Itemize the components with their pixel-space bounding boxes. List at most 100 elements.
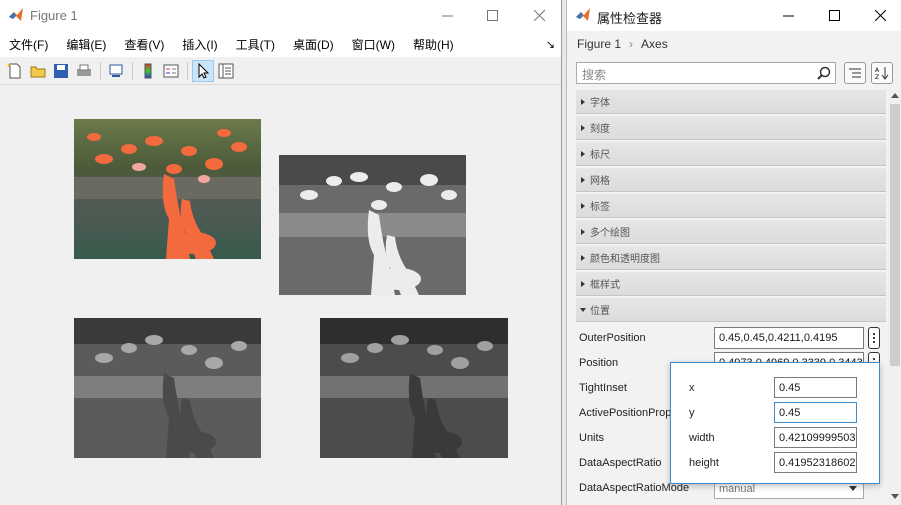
colorbar-icon [144, 63, 152, 78]
figure-menubar: 文件(F) 编辑(E) 查看(V) 插入(I) 工具(T) 桌面(D) 窗口(W… [0, 31, 561, 57]
print-button[interactable] [73, 60, 95, 82]
section-position[interactable]: 位置 [576, 298, 886, 322]
popup-y-input[interactable]: 0.45 [774, 402, 857, 423]
chevron-down-icon [849, 486, 857, 491]
section-font[interactable]: 字体 [576, 90, 886, 114]
expand-icon [581, 281, 585, 287]
section-ticks[interactable]: 刻度 [576, 116, 886, 140]
print-icon [77, 64, 91, 76]
figure-titlebar: Figure 1 [0, 0, 561, 31]
property-inspector-button[interactable] [215, 60, 237, 82]
maximize-icon [828, 10, 840, 21]
popup-x-input[interactable]: 0.45 [774, 377, 857, 398]
section-rulers[interactable]: 标尺 [576, 142, 886, 166]
svg-text:A: A [875, 67, 880, 74]
inspector-titlebar: 属性检查器 [567, 0, 901, 31]
legend-icon [163, 64, 179, 77]
popup-label-x: x [689, 382, 695, 394]
scrollbar-thumb[interactable] [890, 104, 900, 366]
sort-az-icon: AZ [875, 67, 889, 80]
section-grid[interactable]: 网格 [576, 168, 886, 192]
inspector-minimize-button[interactable] [765, 0, 811, 31]
colorbar-button[interactable] [137, 60, 159, 82]
collapse-icon [580, 308, 586, 312]
link-plot-icon [109, 64, 123, 77]
breadcrumb: Figure 1 › Axes [577, 37, 668, 51]
expand-icon [581, 177, 585, 183]
sort-az-button[interactable]: AZ [871, 62, 893, 84]
prop-label-dataaspectratio: DataAspectRatio [579, 457, 662, 469]
axes-color-image[interactable] [74, 119, 261, 259]
svg-text:Z: Z [875, 74, 879, 80]
breadcrumb-axes[interactable]: Axes [641, 37, 668, 51]
edit-plot-button[interactable] [192, 59, 214, 82]
popup-width-input[interactable]: 0.42109999503 [774, 427, 857, 448]
menu-desktop[interactable]: 桌面(D) [284, 36, 343, 53]
inspector-scrollbar[interactable] [888, 90, 901, 505]
prop-label-tightinset: TightInset [579, 382, 627, 394]
figure-window: Figure 1 文件(F) 编辑(E) 查看(V) 插入(I) 工具(T) 桌… [0, 0, 562, 505]
toolbar-separator [100, 61, 101, 80]
menu-edit[interactable]: 编辑(E) [57, 36, 115, 53]
expand-icon [581, 203, 585, 209]
scroll-up-icon[interactable] [891, 93, 899, 99]
minimize-button[interactable] [424, 0, 470, 31]
section-multiple-plots[interactable]: 多个绘图 [576, 220, 886, 244]
outerposition-field[interactable]: 0.45,0.45,0.4211,0.4195 [714, 327, 864, 349]
search-input[interactable]: 搜索 [576, 62, 836, 84]
new-figure-icon [7, 62, 21, 78]
inspector-close-button[interactable] [857, 0, 901, 31]
section-box-style[interactable]: 框样式 [576, 272, 886, 296]
inspector-maximize-button[interactable] [811, 0, 857, 31]
dock-arrow-icon[interactable]: ↘ [537, 38, 561, 51]
open-file-icon [30, 66, 46, 77]
popup-label-width: width [689, 432, 715, 444]
axes-dark-image-left[interactable] [74, 318, 261, 458]
axes-gray-image[interactable] [279, 155, 466, 295]
link-plot-button[interactable] [105, 60, 127, 82]
scroll-down-icon[interactable] [891, 494, 899, 500]
property-inspector-icon [218, 63, 234, 78]
popup-label-y: y [689, 407, 695, 419]
minimize-icon [441, 15, 453, 17]
maximize-button[interactable] [469, 0, 515, 31]
outerposition-expand-button[interactable] [868, 327, 880, 349]
popup-label-height: height [689, 457, 719, 469]
menu-file[interactable]: 文件(F) [0, 36, 57, 53]
menu-tools[interactable]: 工具(T) [227, 36, 284, 53]
close-button[interactable] [516, 0, 562, 31]
axes-dark-image-right[interactable] [320, 318, 508, 458]
expand-icon [581, 255, 585, 261]
minimize-icon [782, 15, 794, 17]
menu-window[interactable]: 窗口(W) [343, 36, 404, 53]
prop-label-units: Units [579, 432, 605, 444]
section-color-transparency[interactable]: 颜色和透明度图 [576, 246, 886, 270]
open-file-button[interactable] [27, 60, 49, 82]
toolbar-separator [132, 61, 133, 80]
menu-help[interactable]: 帮助(H) [404, 36, 463, 53]
save-button[interactable] [50, 60, 72, 82]
search-icon[interactable] [817, 66, 831, 80]
maximize-icon [486, 10, 498, 21]
menu-view[interactable]: 查看(V) [115, 36, 173, 53]
popup-height-input[interactable]: 0.41952318602 [774, 452, 857, 473]
expand-icon [581, 125, 585, 131]
close-icon [533, 10, 545, 21]
inspector-title: 属性检查器 [597, 11, 663, 26]
section-labels[interactable]: 标签 [576, 194, 886, 218]
group-view-button[interactable] [844, 62, 866, 84]
breadcrumb-figure[interactable]: Figure 1 [577, 37, 621, 51]
list-view-icon [849, 68, 861, 78]
new-figure-button[interactable] [4, 60, 26, 82]
toolbar-separator [187, 61, 188, 80]
legend-button[interactable] [160, 60, 182, 82]
figure-title: Figure 1 [30, 8, 78, 23]
matlab-logo-icon [576, 8, 590, 21]
position-vector-popup: x 0.45 y 0.45 width 0.42109999503 height… [670, 362, 880, 484]
chevron-right-icon: › [629, 37, 634, 51]
prop-label-outerposition: OuterPosition [579, 332, 646, 344]
matlab-logo-icon [9, 8, 23, 21]
edit-plot-icon [198, 62, 210, 79]
menu-insert[interactable]: 插入(I) [173, 36, 226, 53]
expand-icon [581, 99, 585, 105]
